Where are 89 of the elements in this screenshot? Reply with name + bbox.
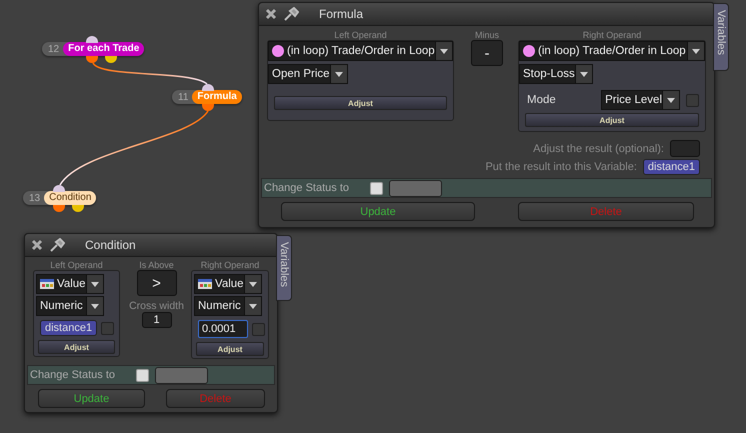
type-dropdown[interactable]: Value — [194, 274, 262, 294]
close-icon[interactable] — [265, 8, 277, 20]
caret-icon — [91, 304, 99, 308]
variables-tab[interactable]: Variables — [276, 235, 292, 301]
dropdown-caret[interactable] — [687, 42, 704, 60]
output-port[interactable] — [202, 104, 214, 111]
operand-heading: Left Operand — [334, 30, 387, 40]
dropdown-caret[interactable] — [330, 65, 347, 83]
checkbox[interactable] — [686, 94, 699, 106]
close-icon[interactable] — [31, 239, 43, 251]
mode-dropdown[interactable]: Price Level — [601, 90, 680, 110]
adjust-button[interactable]: Adjust — [525, 113, 699, 127]
output-port[interactable] — [53, 205, 65, 212]
variable-field[interactable]: distance1 — [642, 159, 700, 175]
input-port[interactable] — [86, 36, 98, 43]
type-dropdown[interactable]: Value — [36, 274, 104, 294]
table-icon — [198, 279, 212, 289]
caret-icon — [91, 282, 99, 286]
adjust-button[interactable]: Adjust — [38, 340, 115, 354]
adjust-result-field[interactable] — [670, 140, 700, 157]
node-label: Condition — [44, 191, 96, 205]
output-port[interactable] — [86, 56, 98, 63]
value-field[interactable]: 0.0001 — [198, 320, 248, 338]
caret-icon — [249, 304, 257, 308]
caret-icon — [335, 72, 343, 76]
source-dropdown[interactable]: (in loop) Trade/Order in Loop — [268, 41, 453, 61]
cross-width-field[interactable]: 1 — [142, 312, 172, 328]
caret-icon — [667, 98, 675, 102]
dropdown-caret[interactable] — [575, 65, 592, 83]
mode-label: Mode — [527, 94, 557, 106]
checkbox[interactable] — [136, 368, 149, 382]
pin-icon[interactable] — [49, 238, 65, 252]
caret-icon — [580, 72, 588, 76]
status-field[interactable] — [389, 180, 442, 196]
caret-icon — [249, 282, 257, 286]
circle-icon — [272, 45, 284, 57]
node[interactable]: 13 Condition — [23, 191, 96, 205]
circle-icon — [523, 45, 535, 57]
checkbox[interactable] — [370, 182, 383, 194]
node-number: 12 — [47, 44, 60, 54]
variables-tab[interactable]: Variables — [713, 3, 729, 71]
dropdown-caret[interactable] — [86, 297, 103, 315]
field-dropdown[interactable]: Stop-Loss — [519, 64, 593, 84]
cross-width-label: Cross width — [129, 300, 184, 312]
adjust-button[interactable]: Adjust — [274, 96, 447, 110]
input-port[interactable] — [53, 185, 65, 192]
dropdown-caret[interactable] — [662, 91, 679, 109]
caret-icon — [440, 48, 448, 54]
input-port[interactable] — [202, 84, 214, 91]
panel-title: Condition — [85, 238, 136, 252]
checkbox[interactable] — [252, 322, 265, 336]
output-port[interactable] — [72, 205, 84, 212]
caret-icon — [692, 48, 700, 54]
update-button[interactable]: Update — [281, 202, 475, 221]
title-bar[interactable]: Formula — [259, 3, 714, 26]
pin-icon[interactable] — [283, 7, 299, 21]
node-number: 13 — [28, 192, 42, 204]
operand-heading: Right Operand — [582, 30, 642, 40]
panel-title: Formula — [319, 7, 364, 21]
dropdown-caret[interactable] — [86, 275, 103, 293]
variable-label: Put the result into this Variable: — [485, 161, 637, 173]
operator-button[interactable]: > — [136, 270, 176, 296]
field-dropdown[interactable]: Open Price — [268, 64, 348, 84]
format-dropdown[interactable]: Numeric — [194, 296, 262, 316]
change-status-label: Change Status to — [30, 369, 116, 381]
node-number: 11 — [177, 92, 190, 102]
operand-heading: Right Operand — [200, 260, 260, 270]
update-button[interactable]: Update — [38, 389, 145, 408]
operator-heading: Minus — [474, 30, 499, 40]
operator-heading: Is Above — [139, 260, 174, 270]
status-field[interactable] — [155, 366, 208, 384]
title-bar[interactable]: Condition — [25, 234, 277, 257]
node[interactable]: 12 For each Trade — [42, 42, 144, 56]
dropdown-caret[interactable] — [244, 297, 261, 315]
dropdown-caret[interactable] — [435, 42, 452, 60]
node-label: Formula — [192, 90, 242, 104]
format-dropdown[interactable]: Numeric — [36, 296, 104, 316]
checkbox[interactable] — [101, 322, 114, 334]
table-icon — [40, 279, 54, 289]
output-port[interactable] — [105, 56, 117, 63]
variable-field[interactable]: distance1 — [40, 320, 98, 336]
node-label: For each Trade — [63, 42, 144, 56]
adjust-result-label: Adjust the result (optional): — [533, 142, 664, 154]
operand-heading: Left Operand — [50, 260, 103, 270]
operator-button[interactable]: - — [471, 40, 503, 66]
change-status-label: Change Status to — [264, 182, 350, 194]
dropdown-caret[interactable] — [244, 275, 261, 293]
source-dropdown[interactable]: (in loop) Trade/Order in Loop — [519, 41, 705, 61]
adjust-button[interactable]: Adjust — [196, 342, 264, 356]
